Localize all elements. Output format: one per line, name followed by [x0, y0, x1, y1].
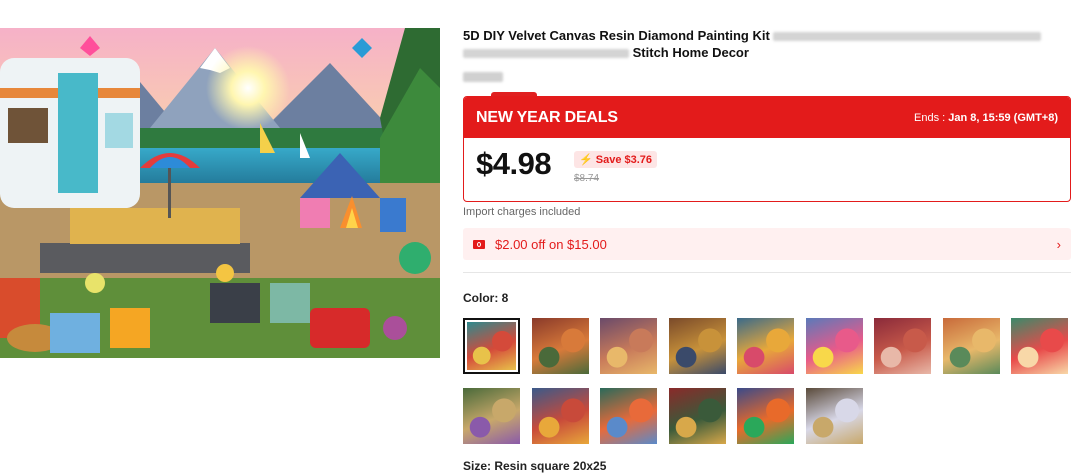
- color-swatch[interactable]: [1011, 318, 1068, 374]
- color-swatch[interactable]: [669, 318, 726, 374]
- title-redacted-blur: [773, 32, 1042, 42]
- swatch-thumbnail: [943, 318, 1000, 374]
- swatch-thumbnail: [532, 388, 589, 444]
- swatch-thumbnail: [669, 388, 726, 444]
- color-swatch[interactable]: [600, 388, 657, 444]
- color-swatch[interactable]: [463, 318, 520, 374]
- color-swatch[interactable]: [874, 318, 931, 374]
- color-swatch[interactable]: [532, 318, 589, 374]
- deal-ends-value: Jan 8, 15:59 (GMT+8): [948, 111, 1058, 124]
- swatch-thumbnail: [737, 388, 794, 444]
- swatch-thumbnail: [600, 388, 657, 444]
- flash-icon: ⚡: [579, 154, 593, 166]
- product-title-part1: 5D DIY Velvet Canvas Resin Diamond Paint…: [463, 28, 770, 43]
- swatch-thumbnail: [737, 318, 794, 374]
- deal-box: NEW YEAR DEALS Ends : Jan 8, 15:59 (GMT+…: [463, 96, 1071, 202]
- product-title: 5D DIY Velvet Canvas Resin Diamond Paint…: [463, 27, 1063, 61]
- deal-body: $4.98 ⚡ Save $3.76 $8.74: [464, 138, 1070, 201]
- chevron-right-icon: ›: [1056, 236, 1061, 252]
- swatch-thumbnail: [669, 318, 726, 374]
- swatch-thumbnail: [806, 318, 863, 374]
- deal-countdown: Ends : Jan 8, 15:59 (GMT+8): [914, 112, 1058, 124]
- save-text: Save $3.76: [595, 154, 653, 166]
- swatch-thumbnail: [806, 388, 863, 444]
- color-swatch[interactable]: [463, 388, 520, 444]
- swatch-thumbnail: [874, 318, 931, 374]
- coupon-icon: [473, 239, 485, 249]
- main-product-image[interactable]: [0, 28, 440, 358]
- divider: [463, 272, 1071, 273]
- coupon-row[interactable]: $2.00 off on $15.00 ›: [463, 228, 1071, 260]
- deal-title: NEW YEAR DEALS: [476, 108, 618, 126]
- swatch-thumbnail: [600, 318, 657, 374]
- color-swatch[interactable]: [737, 388, 794, 444]
- coupon-text: $2.00 off on $15.00: [495, 236, 607, 252]
- color-swatch[interactable]: [532, 388, 589, 444]
- swatch-thumbnail: [1011, 318, 1068, 374]
- deal-header: NEW YEAR DEALS Ends : Jan 8, 15:59 (GMT+…: [464, 97, 1070, 138]
- color-swatch[interactable]: [806, 388, 863, 444]
- color-swatch[interactable]: [669, 388, 726, 444]
- import-note: Import charges included: [463, 206, 581, 218]
- swatch-thumbnail: [463, 388, 520, 444]
- swatch-thumbnail: [532, 318, 589, 374]
- size-label: Size: Resin square 20x25: [463, 459, 607, 473]
- product-title-part2: Stitch Home Decor: [632, 45, 749, 60]
- color-swatch[interactable]: [943, 318, 1000, 374]
- save-badge: ⚡ Save $3.76: [574, 151, 658, 168]
- current-price: $4.98: [476, 146, 552, 181]
- swatch-thumbnail: [467, 322, 516, 370]
- sales-count-blur: [463, 72, 503, 82]
- color-swatch[interactable]: [737, 318, 794, 374]
- color-swatch[interactable]: [806, 318, 863, 374]
- color-label: Color: 8: [463, 291, 509, 305]
- deal-ends-label: Ends :: [914, 111, 949, 124]
- color-swatch[interactable]: [600, 318, 657, 374]
- title-redacted-blur: [463, 49, 629, 59]
- original-price: $8.74: [574, 173, 600, 184]
